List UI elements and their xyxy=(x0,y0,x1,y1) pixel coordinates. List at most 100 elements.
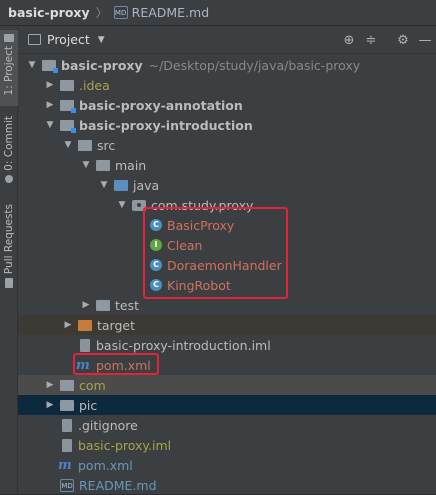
tree-row[interactable]: m pom.xml xyxy=(18,455,436,475)
crosshair-icon[interactable]: ⊕ xyxy=(338,33,360,48)
chevron-right-icon[interactable]: ▶ xyxy=(44,100,56,110)
collapse-all-icon[interactable]: ≑ xyxy=(360,33,382,48)
tree-item-label: src xyxy=(97,137,116,153)
project-panel: Project ▼ ⊕ ≑ ⚙ — ▼ basic-proxy ~/Desktop/… xyxy=(18,26,436,494)
chevron-right-icon[interactable]: ▶ xyxy=(80,300,92,310)
tree-row[interactable]: C DoraemonHandler xyxy=(18,255,436,275)
tab-commit-label: 0: Commit xyxy=(3,116,15,171)
tree-row[interactable]: m pom.xml xyxy=(18,355,436,375)
module-folder-icon xyxy=(42,59,58,73)
project-view-icon xyxy=(28,34,41,45)
file-icon xyxy=(80,338,90,352)
breadcrumb-file[interactable]: MD README.md xyxy=(113,5,210,20)
chevron-down-icon[interactable]: ▼ xyxy=(98,35,105,45)
folder-icon xyxy=(96,299,110,311)
tree-row[interactable]: ▼ basic-proxy ~/Desktop/study/java/basic-p… xyxy=(18,55,436,75)
folder-icon xyxy=(60,79,74,91)
tree-row[interactable]: ▶ .idea xyxy=(18,75,436,95)
tree-row[interactable]: ▶ basic-proxy-annotation xyxy=(18,95,436,115)
chevron-right-icon[interactable]: ▶ xyxy=(44,400,56,410)
pull-request-icon xyxy=(5,278,13,289)
tree-row[interactable]: ▼ main xyxy=(18,155,436,175)
tree-item-label: test xyxy=(115,297,140,313)
tree-row[interactable]: .gitignore xyxy=(18,415,436,435)
tab-commit[interactable]: 0: Commit xyxy=(0,116,18,188)
tree-row[interactable]: ▶ pic xyxy=(18,395,436,415)
chevron-down-icon[interactable]: ▼ xyxy=(26,60,38,70)
package-icon xyxy=(132,199,146,211)
navigation-bar: basic-proxy 〉 MD README.md xyxy=(0,0,436,26)
tree-item-label: BasicProxy xyxy=(167,217,235,233)
tree-row[interactable]: ▶ target xyxy=(18,315,436,335)
project-tab-icon xyxy=(4,34,14,42)
tree-item-label: com xyxy=(79,377,106,393)
folder-icon xyxy=(60,379,74,391)
markdown-file-icon: MD xyxy=(113,6,128,19)
project-path: ~/Desktop/study/java/basic-proxy xyxy=(148,57,361,73)
class-icon: C xyxy=(150,279,162,291)
folder-icon xyxy=(96,159,110,171)
tree-row[interactable]: ▶ com xyxy=(18,375,436,395)
tree-item-label: java xyxy=(133,177,160,193)
chevron-right-icon[interactable]: ▶ xyxy=(62,320,74,330)
tree-row[interactable]: ▼ com.study.proxy xyxy=(18,195,436,215)
tree-row[interactable]: MD README.md xyxy=(18,475,436,495)
tree-item-label: KingRobot xyxy=(167,277,231,293)
class-icon: C xyxy=(150,259,162,271)
tree-item-label: main xyxy=(115,157,147,173)
excluded-folder-icon xyxy=(78,319,92,331)
tree-row[interactable]: C BasicProxy xyxy=(18,215,436,235)
gear-icon[interactable]: ⚙ xyxy=(392,33,414,48)
markdown-file-icon: MD xyxy=(60,478,74,492)
breadcrumb-file-label: README.md xyxy=(131,5,210,20)
breadcrumb-project[interactable]: basic-proxy xyxy=(8,5,90,20)
tree-item-label: basic-proxy.iml xyxy=(78,437,172,453)
minimize-icon[interactable]: — xyxy=(414,33,436,48)
tree-item-label: DoraemonHandler xyxy=(167,257,282,273)
tree-item-label: basic-proxy-introduction.iml xyxy=(96,337,271,353)
tab-pull-requests-label: Pull Requests xyxy=(3,204,15,275)
file-icon xyxy=(62,418,72,432)
tab-pull-requests[interactable]: Pull Requests xyxy=(0,204,18,296)
chevron-down-icon[interactable]: ▼ xyxy=(116,200,128,210)
tree-row[interactable]: ▼ java xyxy=(18,175,436,195)
project-panel-title[interactable]: Project xyxy=(47,32,90,47)
tree-row[interactable]: C KingRobot xyxy=(18,275,436,295)
tree-item-label: .gitignore xyxy=(78,417,138,433)
file-icon xyxy=(62,438,72,452)
commit-icon xyxy=(5,174,13,183)
tree-row[interactable]: basic-proxy.iml xyxy=(18,435,436,455)
tree-item-label: target xyxy=(97,317,136,333)
tree-item-label: pom.xml xyxy=(96,357,151,373)
chevron-down-icon[interactable]: ▼ xyxy=(62,140,74,150)
tab-project[interactable]: 1: Project xyxy=(0,30,18,106)
tree-row[interactable]: basic-proxy-introduction.iml xyxy=(18,335,436,355)
module-folder-icon xyxy=(60,99,76,113)
tree-item-label: pom.xml xyxy=(78,457,133,473)
tree-row[interactable]: ▶ test xyxy=(18,295,436,315)
left-tool-window-bar: 1: Project 0: Commit Pull Requests xyxy=(0,26,18,494)
tree-item-label: pic xyxy=(79,397,98,413)
class-icon: C xyxy=(150,219,162,231)
tree-item-label: com.study.proxy xyxy=(151,197,254,213)
chevron-right-icon: 〉 xyxy=(95,6,108,20)
tree-item-label: basic-proxy xyxy=(61,57,143,73)
project-panel-header: Project ▼ ⊕ ≑ ⚙ — xyxy=(18,26,436,54)
tree-item-label: basic-proxy-annotation xyxy=(79,97,243,113)
source-folder-icon xyxy=(114,179,128,191)
maven-icon: m xyxy=(76,357,90,373)
tree-row[interactable]: ▼ src xyxy=(18,135,436,155)
maven-icon: m xyxy=(58,457,72,473)
chevron-down-icon[interactable]: ▼ xyxy=(80,160,92,170)
tab-project-label: 1: Project xyxy=(3,46,15,96)
chevron-right-icon[interactable]: ▶ xyxy=(44,80,56,90)
chevron-right-icon[interactable]: ▶ xyxy=(44,380,56,390)
module-folder-icon xyxy=(60,119,76,133)
tree-row[interactable]: ▼ basic-proxy-introduction xyxy=(18,115,436,135)
tree-item-label: .idea xyxy=(79,77,110,93)
tree-row[interactable]: I Clean xyxy=(18,235,436,255)
interface-icon: I xyxy=(150,239,162,251)
folder-icon xyxy=(60,399,74,411)
chevron-down-icon[interactable]: ▼ xyxy=(44,120,56,130)
chevron-down-icon[interactable]: ▼ xyxy=(98,180,110,190)
